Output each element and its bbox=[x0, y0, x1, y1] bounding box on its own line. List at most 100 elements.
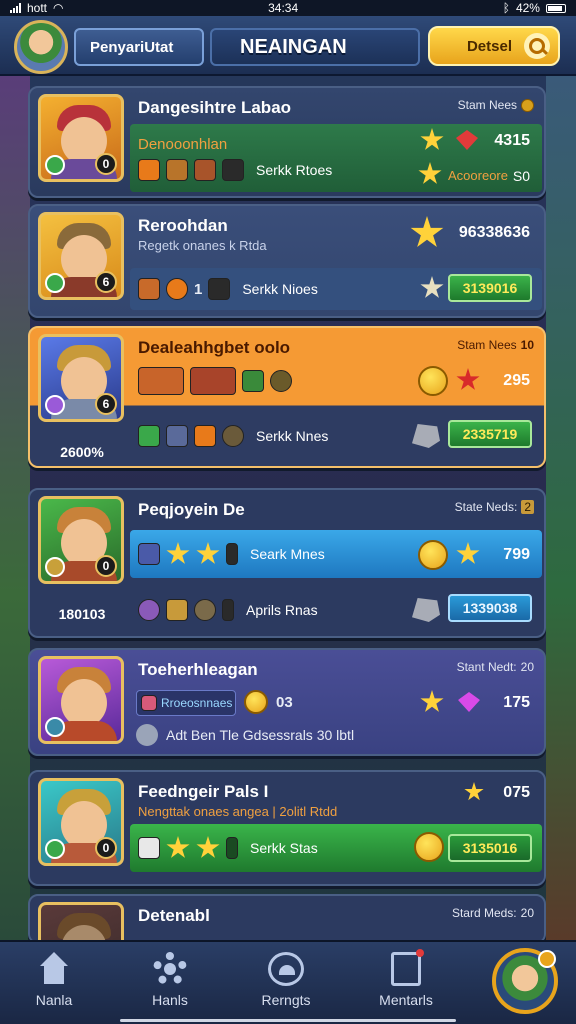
background-art-right bbox=[546, 70, 576, 944]
hero-portrait: 0 bbox=[38, 94, 124, 182]
hero-portrait bbox=[38, 902, 124, 942]
item-icon bbox=[138, 425, 160, 447]
item-icon bbox=[166, 158, 188, 181]
nav-heroes[interactable]: Hanls bbox=[120, 952, 220, 1008]
home-indicator bbox=[120, 1019, 456, 1022]
player-name[interactable]: PenyariUtat bbox=[74, 28, 204, 66]
strip-text: Aprils Rnas bbox=[246, 602, 318, 618]
strip-text: Serkk Rtoes bbox=[256, 161, 333, 178]
bluetooth-icon: ᛒ bbox=[502, 1, 510, 15]
item-icon bbox=[222, 158, 244, 181]
hero-power: 4315 bbox=[494, 132, 530, 149]
stat-label: Stam Nees bbox=[458, 98, 534, 112]
hero-power: 175 bbox=[503, 694, 530, 711]
star-icon bbox=[166, 542, 190, 564]
item-icon bbox=[242, 370, 264, 392]
nav-label: Nanla bbox=[35, 992, 73, 1008]
item-icon bbox=[194, 425, 216, 447]
search-button[interactable]: Detsel bbox=[428, 26, 560, 66]
hero-name: Reroohdan bbox=[138, 216, 228, 235]
class-badge-icon bbox=[45, 839, 65, 859]
hero-power: 295 bbox=[503, 372, 530, 389]
star-icon bbox=[166, 836, 190, 858]
coin-icon bbox=[521, 98, 534, 112]
item-icon bbox=[138, 543, 160, 565]
stat-label: State Neds: 2 bbox=[455, 500, 534, 514]
reward-value[interactable]: 3135016 bbox=[448, 834, 532, 862]
nav-reports[interactable]: Mentarls bbox=[356, 949, 456, 1008]
item-icon bbox=[194, 158, 216, 181]
item-icon bbox=[166, 425, 188, 447]
hero-info-strip: Seark Mnes bbox=[130, 530, 542, 578]
medal-icon bbox=[268, 952, 304, 986]
skull-icon bbox=[136, 724, 158, 746]
hero-portrait bbox=[38, 656, 124, 744]
hero-portrait: 6 bbox=[38, 334, 124, 422]
page-title: NEAINGAN bbox=[210, 28, 420, 66]
star-icon bbox=[420, 690, 444, 712]
hero-card[interactable]: 0 180103 Peqjoyein De State Neds: 2 Seark… bbox=[28, 488, 546, 638]
hero-name: Dangesihtre Labao bbox=[138, 98, 292, 117]
player-avatar[interactable] bbox=[14, 20, 68, 74]
search-button-label: Detsel bbox=[466, 37, 512, 55]
star-icon bbox=[410, 216, 444, 247]
item-icon bbox=[166, 278, 188, 300]
reward-value[interactable]: 3139016 bbox=[448, 274, 532, 302]
hero-card[interactable]: Toeherhleagan Stant Nedt: 20 Rroeosnnaes … bbox=[28, 648, 546, 756]
battery-percent: 42% bbox=[515, 1, 540, 15]
item-icon bbox=[138, 837, 160, 859]
signal-icon bbox=[10, 3, 21, 13]
nav-rankings[interactable]: Rerngts bbox=[236, 952, 336, 1008]
hero-rating: 180103 bbox=[58, 606, 106, 622]
hero-power: 799 bbox=[503, 546, 530, 563]
nav-home[interactable]: Nanla bbox=[4, 952, 104, 1008]
level-badge: 0 bbox=[95, 153, 117, 175]
item-icon bbox=[138, 599, 160, 621]
class-badge-icon bbox=[45, 395, 65, 415]
hero-power: 075 bbox=[503, 784, 530, 801]
hero-name: Toeherhleagan bbox=[138, 660, 258, 679]
hero-card[interactable]: 0 Dangesihtre Labao Stam Nees Denooonhla… bbox=[28, 86, 546, 198]
coin-icon bbox=[418, 366, 448, 396]
hero-card[interactable]: Detenabl Stard Meds: 20 bbox=[28, 894, 546, 944]
hero-subtitle: Nengttak onaes angea | 2olitl Rtdd bbox=[138, 804, 338, 819]
hero-card[interactable]: 0 Feedngeir Pals I Nengttak onaes angea … bbox=[28, 770, 546, 886]
hero-portrait: 0 bbox=[38, 778, 124, 866]
hero-subtitle: Regetk onanes k Rtda bbox=[138, 238, 267, 253]
bonus-value: S0 bbox=[512, 168, 530, 184]
chip-value: 03 bbox=[276, 694, 293, 711]
document-icon bbox=[391, 949, 424, 986]
star-icon bbox=[196, 542, 220, 564]
item-icon bbox=[270, 370, 292, 392]
class-badge-icon bbox=[45, 557, 65, 577]
item-icon bbox=[226, 543, 238, 565]
reward-value[interactable]: 2335719 bbox=[448, 420, 532, 448]
bottom-nav: Nanla Hanls Rerngts Mentarls bbox=[0, 940, 576, 1024]
stat-label: Stard Meds: 20 bbox=[451, 906, 534, 920]
hero-rating: 2600% bbox=[60, 444, 104, 460]
hero-power: 96338636 bbox=[458, 224, 530, 241]
reward-value[interactable]: 1339038 bbox=[448, 594, 532, 622]
bonus-label: Acooreore bbox=[448, 168, 508, 183]
item-count: 1 bbox=[194, 280, 203, 298]
hero-portrait: 6 bbox=[38, 212, 124, 300]
item-icon bbox=[194, 599, 216, 621]
coin-icon bbox=[414, 832, 444, 862]
profile-avatar-button[interactable] bbox=[492, 948, 558, 1014]
background-art-left bbox=[0, 70, 30, 944]
hero-card[interactable]: 6 2600% Dealeahhgbet oolo Stam Nees 10 29… bbox=[28, 326, 546, 468]
item-icon bbox=[190, 367, 236, 395]
nav-label: Rerngts bbox=[261, 992, 311, 1008]
battery-icon bbox=[545, 3, 566, 13]
strip-text: Serkk Stas bbox=[250, 840, 318, 856]
stat-label: Stam Nees 10 bbox=[457, 338, 534, 352]
item-icon bbox=[222, 425, 244, 447]
star-icon bbox=[196, 836, 220, 858]
stat-label: Stant Nedt: 20 bbox=[456, 660, 534, 674]
strip-text: Serkk Nioes bbox=[242, 281, 318, 297]
coin-icon bbox=[244, 690, 268, 714]
hero-card[interactable]: 6 Reroohdan Regetk onanes k Rtda 9633863… bbox=[28, 204, 546, 318]
hero-description: Adt Ben Tle Gdsessrals 30 lbtl bbox=[136, 724, 354, 746]
item-icon bbox=[138, 278, 160, 300]
carrier-label: hott bbox=[27, 1, 48, 15]
